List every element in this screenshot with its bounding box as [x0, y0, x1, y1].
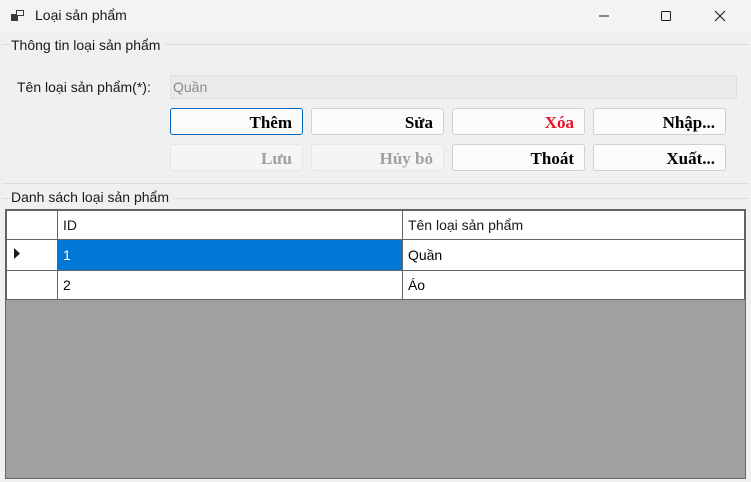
cancel-button[interactable]: Hủy bỏ	[311, 144, 444, 171]
add-button[interactable]: Thêm	[170, 108, 303, 135]
row-header-corner	[6, 210, 58, 240]
table-row[interactable]: 2 Áo	[6, 270, 745, 300]
row-header[interactable]	[6, 270, 58, 300]
close-button[interactable]	[697, 0, 743, 32]
column-header-name[interactable]: Tên loại sản phẩm	[401, 210, 745, 240]
title-bar: Loại sản phẩm	[0, 0, 751, 32]
info-group-bottom-divider	[2, 183, 749, 184]
row-header-current[interactable]	[6, 239, 58, 271]
table-row[interactable]: 1 Quần	[6, 239, 745, 271]
delete-button[interactable]: Xóa	[452, 108, 585, 135]
maximize-icon	[661, 11, 671, 21]
window-title: Loại sản phẩm	[35, 7, 127, 23]
product-type-grid[interactable]: ID Tên loại sản phẩm 1 Quần 2 Áo	[5, 209, 746, 479]
column-header-id[interactable]: ID	[57, 210, 403, 240]
info-group-title: Thông tin loại sản phẩm	[11, 37, 165, 53]
minimize-icon	[599, 15, 609, 17]
current-row-arrow-icon	[14, 248, 20, 259]
maximize-button[interactable]	[643, 0, 689, 32]
exit-button[interactable]: Thoát	[452, 144, 585, 171]
import-button[interactable]: Nhập...	[593, 108, 726, 135]
table-header-row: ID Tên loại sản phẩm	[6, 210, 745, 240]
save-button[interactable]: Lưu	[170, 144, 303, 171]
list-group: Danh sách loại sản phẩm	[0, 188, 751, 208]
cell-name[interactable]: Áo	[401, 270, 745, 300]
export-button[interactable]: Xuất...	[593, 144, 726, 171]
cell-name[interactable]: Quần	[401, 239, 745, 271]
product-type-name-field[interactable]	[170, 75, 737, 99]
app-window-icon	[11, 10, 24, 21]
cell-id[interactable]: 2	[57, 270, 403, 300]
list-group-title: Danh sách loại sản phẩm	[11, 189, 173, 205]
minimize-button[interactable]	[581, 0, 627, 32]
close-icon	[714, 10, 726, 22]
product-type-name-label: Tên loại sản phẩm(*):	[17, 79, 151, 95]
product-type-table: ID Tên loại sản phẩm 1 Quần 2 Áo	[6, 210, 745, 300]
edit-button[interactable]: Sửa	[311, 108, 444, 135]
cell-id[interactable]: 1	[57, 239, 403, 271]
